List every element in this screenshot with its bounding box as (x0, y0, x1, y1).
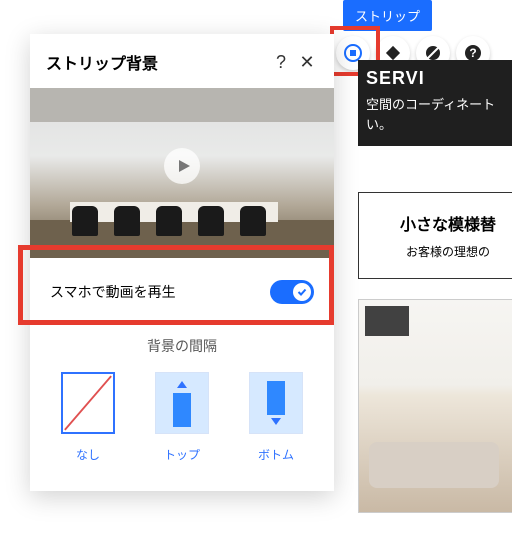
feature-subtitle: お客様の理想の (367, 243, 512, 260)
room-image (358, 299, 512, 513)
strip-context-label: ストリップ (343, 0, 432, 31)
hero-banner: SERVI 空間のコーディネート い。 (358, 60, 512, 146)
arrow-down-icon (177, 381, 187, 388)
hero-subtitle-line2: い。 (366, 115, 512, 135)
spacing-option-label: なし (53, 446, 123, 463)
strip-background-panel: ストリップ背景 ? ✕ スマホで動画を再生 背景の間隔 (30, 34, 334, 491)
svg-text:?: ? (469, 46, 476, 60)
panel-header: ストリップ背景 ? ✕ (30, 34, 334, 88)
hero-subtitle-line1: 空間のコーディネート (366, 95, 512, 115)
background-video-preview[interactable] (30, 88, 334, 258)
mobile-video-toggle-label: スマホで動画を再生 (50, 282, 270, 302)
panel-close-button[interactable]: ✕ (294, 52, 320, 73)
play-button[interactable] (164, 148, 200, 184)
spacing-option-top[interactable]: トップ (147, 372, 217, 463)
page-preview-area: SERVI 空間のコーディネート い。 小さな模様替 お客様の理想の (358, 60, 512, 513)
play-icon (177, 159, 191, 173)
spacing-option-label: ボトム (241, 446, 311, 463)
panel-help-button[interactable]: ? (268, 52, 294, 73)
feature-title: 小さな模様替 (367, 211, 512, 235)
panel-title: ストリップ背景 (46, 50, 268, 74)
feature-block: 小さな模様替 お客様の理想の (358, 192, 512, 279)
diamond-icon (385, 45, 401, 61)
check-icon (297, 287, 307, 297)
spacing-options: なし トップ ボトム (30, 372, 334, 491)
hero-title: SERVI (366, 68, 512, 89)
spacing-option-none[interactable]: なし (53, 372, 123, 463)
spacing-section-title: 背景の間隔 (30, 326, 334, 372)
mobile-video-toggle-row: スマホで動画を再生 (30, 258, 334, 326)
mobile-video-toggle[interactable] (270, 280, 314, 304)
spacing-option-label: トップ (147, 446, 217, 463)
arrow-up-icon (271, 418, 281, 425)
spacing-option-bottom[interactable]: ボトム (241, 372, 311, 463)
none-icon (63, 374, 113, 432)
toggle-knob (293, 283, 311, 301)
